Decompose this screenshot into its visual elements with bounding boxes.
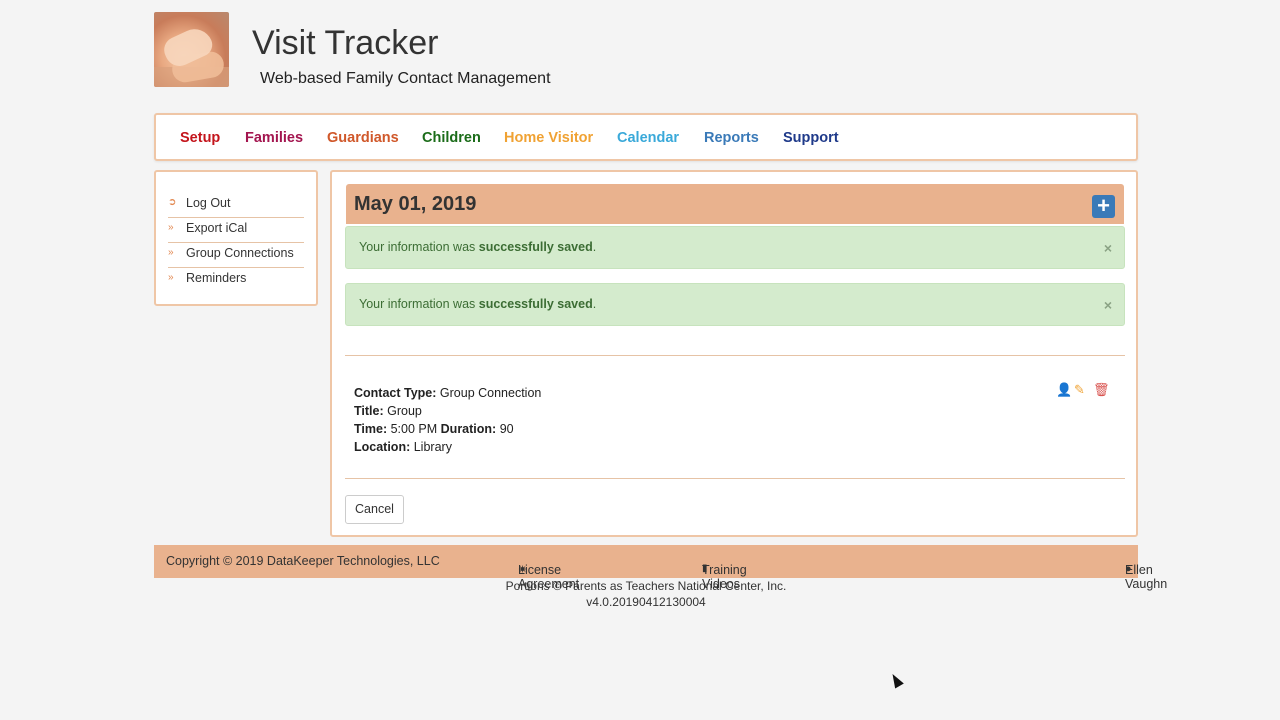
location-value: Library [413,440,452,454]
success-alert: Your information was successfully saved.… [345,226,1125,269]
sidebar-item-export-ical[interactable]: » Export iCal [168,218,304,243]
nav-calendar[interactable]: Calendar [617,130,679,146]
duration-value: 90 [499,422,514,436]
copyright-text: Copyright © 2019 DataKeeper Technologies… [166,554,440,568]
title-label: Title: [354,404,384,418]
sidebar-item-reminders[interactable]: » Reminders [168,268,304,293]
nav-setup[interactable]: Setup [180,130,220,146]
location-label: Location: [354,440,411,454]
sign-out-icon: ➲ [168,197,177,208]
nav-reports[interactable]: Reports [704,130,759,146]
main-nav: Setup Families Guardians Children Home V… [154,113,1138,161]
success-alert: Your information was successfully saved.… [345,283,1125,326]
date-header: May 01, 2019 + [346,184,1124,224]
site-header: Visit Tracker Web-based Family Contact M… [154,12,754,88]
date-title: May 01, 2019 [354,193,477,215]
add-button[interactable]: + [1092,195,1115,218]
alert-message: Your information was successfully saved. [359,240,597,254]
sidebar-item-label: Reminders [186,271,247,285]
sidebar-item-group-connections[interactable]: » Group Connections [168,243,304,268]
site-subtitle: Web-based Family Contact Management [260,70,551,87]
alert-message: Your information was successfully saved. [359,297,597,311]
site-title: Visit Tracker [252,24,439,62]
close-icon[interactable]: × [1104,297,1112,313]
sidebar-item-label: Log Out [186,196,231,210]
time-label: Time: [354,422,388,436]
double-chevron-right-icon: » [168,272,174,283]
sidebar-item-log-out[interactable]: ➲ Log Out [168,193,304,218]
sidebar-item-label: Group Connections [186,246,294,260]
contact-type-label: Contact Type: [354,386,437,400]
sidebar-item-label: Export iCal [186,221,248,235]
contact-details: Contact Type: Group Connection Title: Gr… [354,384,541,456]
close-icon[interactable]: × [1104,240,1112,256]
title-value: Group [387,404,422,418]
main-panel: May 01, 2019 + Your information was succ… [330,170,1138,537]
footer: Copyright © 2019 DataKeeper Technologies… [154,545,1167,591]
nav-home-visitor[interactable]: Home Visitor [504,130,593,146]
edit-icon[interactable]: ✎ [1074,382,1085,398]
trash-icon[interactable]: 🗑 [1093,382,1110,398]
mouse-cursor [888,671,904,689]
record-actions: 👤 ✎ 🗑 [1056,382,1112,398]
duration-label: Duration: [440,422,497,436]
user-icon[interactable]: 👤 [1056,382,1072,398]
nav-children[interactable]: Children [422,130,481,146]
contact-type-value: Group Connection [439,386,542,400]
cancel-button[interactable]: Cancel [345,495,404,524]
nav-guardians[interactable]: Guardians [327,130,399,146]
logo [154,12,229,87]
double-chevron-right-icon: » [168,247,174,258]
portions-text: Portions © Parents as Teachers National … [505,579,787,593]
double-chevron-right-icon: » [168,222,174,233]
sidebar: ➲ Log Out » Export iCal » Group Connecti… [154,170,318,306]
nav-families[interactable]: Families [245,130,303,146]
divider [345,478,1125,479]
time-value: 5:00 PM [390,422,438,436]
divider [345,355,1125,356]
nav-support[interactable]: Support [783,130,839,146]
version-text: v4.0.20190412130004 [586,595,706,609]
